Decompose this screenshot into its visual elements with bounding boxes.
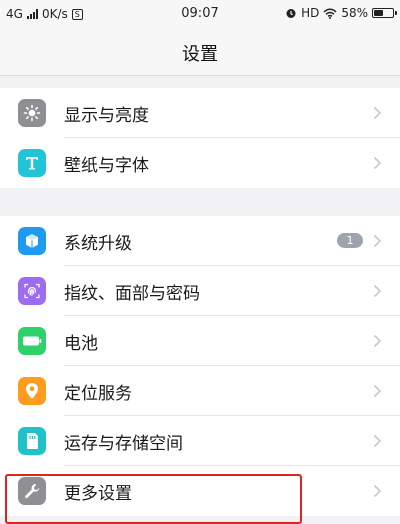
settings-item-label: 运存与存储空间 [64,434,183,454]
alarm-icon [286,9,296,18]
status-right: HD 58% [285,6,397,20]
chevron-right-icon [373,156,382,170]
settings-item-label: 系统升级 [64,234,132,254]
battery-icon [18,327,46,355]
nav-bar: 设置 [0,28,400,76]
hd-label: HD [301,6,320,20]
location-icon [18,377,46,405]
chevron-right-icon [373,484,382,498]
chevron-right-icon [373,384,382,398]
settings-item-display-brightness[interactable]: 显示与亮度 [0,88,400,138]
settings-item-more-settings[interactable]: 更多设置 [0,466,400,516]
settings-item-label: 指纹、面部与密码 [64,284,200,304]
font-t-icon [18,149,46,177]
settings-item-battery[interactable]: 电池 [0,316,400,366]
system-update-icon [18,227,46,255]
wrench-icon [18,477,46,505]
settings-item-label: 定位服务 [64,384,132,404]
status-bar: 4G 0K/s S 09:07 HD 58% [0,0,400,28]
battery-percent: 58% [341,6,368,20]
settings-group-display: 显示与亮度 壁纸与字体 [0,88,400,188]
settings-item-label: 壁纸与字体 [64,156,149,176]
settings-item-label: 电池 [64,334,98,354]
settings-item-location-services[interactable]: 定位服务 [0,366,400,416]
fingerprint-icon [18,277,46,305]
settings-group-system: 系统升级 1 指纹、面部与密码 电池 定位服务 运存与存储空间 更多设置 [0,216,400,516]
settings-item-system-update[interactable]: 系统升级 1 [0,216,400,266]
chevron-right-icon [373,106,382,120]
settings-item-fingerprint-face-password[interactable]: 指纹、面部与密码 [0,266,400,316]
settings-item-memory-storage[interactable]: 运存与存储空间 [0,416,400,466]
chevron-right-icon [373,284,382,298]
brightness-icon [18,99,46,127]
chevron-right-icon [373,334,382,348]
battery-icon [372,8,397,18]
storage-icon [18,427,46,455]
settings-item-label: 更多设置 [64,484,132,504]
update-count-badge: 1 [337,233,363,248]
chevron-right-icon [373,234,382,248]
page-title: 设置 [182,44,218,65]
settings-item-wallpaper-font[interactable]: 壁纸与字体 [0,138,400,188]
wifi-icon [323,8,337,19]
chevron-right-icon [373,434,382,448]
settings-item-label: 显示与亮度 [64,106,149,126]
